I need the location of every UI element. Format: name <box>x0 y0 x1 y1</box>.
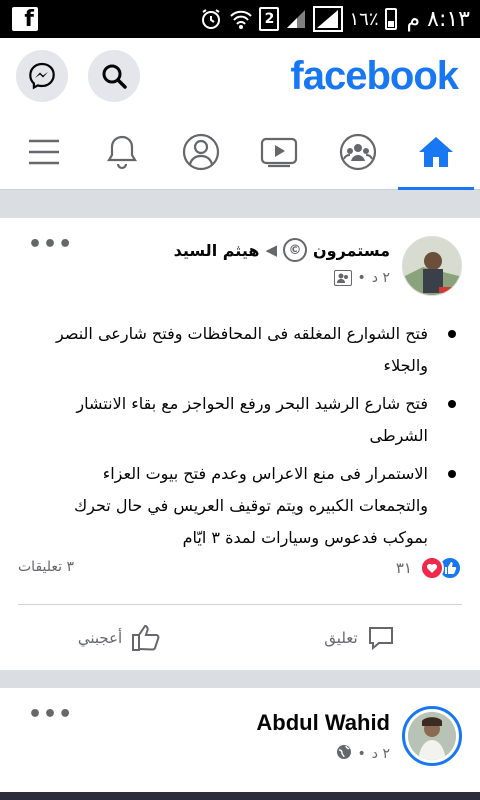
author-name[interactable]: هيثم السيد <box>174 241 260 260</box>
avatar[interactable] <box>402 706 462 766</box>
thumbs-up-icon <box>132 624 160 651</box>
home-icon <box>418 137 453 167</box>
search-button[interactable] <box>88 50 140 102</box>
post-card: Abdul Wahid ٢ د • ••• <box>0 688 480 800</box>
post-text: فتح الشوارع المغلقه فى المحافظات وفتح شا… <box>36 318 456 560</box>
like-button[interactable]: أعجبني <box>0 606 240 670</box>
signal-icon <box>285 8 307 30</box>
facebook-logo: facebook <box>290 54 459 98</box>
list-item: فتح الشوارع المغلقه فى المحافظات وفتح شا… <box>36 318 456 382</box>
tab-menu[interactable] <box>6 114 82 190</box>
status-bar: f 2 ١٦٪ ٨:١٣ م <box>0 0 480 38</box>
list-item: فتح شارع الرشيد البحر ورفع الحواجز مع بق… <box>36 388 456 452</box>
clock: ٨:١٣ م <box>406 6 471 32</box>
comment-count[interactable]: ٣ تعليقات <box>18 559 74 575</box>
page-name[interactable]: مستمرون <box>313 241 390 260</box>
list-item: الاستمرار فى منع الاعراس وعدم فتح بيوت ا… <box>36 458 456 554</box>
reaction-count: ٣١ <box>395 559 412 577</box>
avatar[interactable] <box>402 236 462 296</box>
system-nav-bar <box>0 792 480 800</box>
dot-separator: • <box>357 270 366 286</box>
messenger-button[interactable] <box>16 50 68 102</box>
tab-groups[interactable] <box>320 114 396 190</box>
tab-watch[interactable] <box>241 114 317 190</box>
audience-friends-icon <box>333 270 352 286</box>
profile-icon <box>182 133 219 171</box>
signal-icon-2 <box>313 6 344 32</box>
post-card: مستمرون © ◀ هيثم السيد ٢ د • ••• فتح الش… <box>0 218 480 670</box>
sim-indicator: 2 <box>259 7 280 31</box>
search-icon <box>102 64 127 89</box>
post-time[interactable]: ٢ د <box>372 270 390 286</box>
nav-tabs <box>0 114 480 190</box>
arrow-right-icon: ◀ <box>265 241 277 259</box>
like-label: أعجبني <box>77 629 123 647</box>
more-options-icon[interactable]: ••• <box>28 232 73 257</box>
alarm-icon <box>199 7 223 31</box>
comment-label: تعليق <box>324 629 358 647</box>
app-header: facebook <box>0 38 480 114</box>
tab-notifications[interactable] <box>84 114 160 190</box>
more-options-icon[interactable]: ••• <box>28 702 73 727</box>
tab-home[interactable] <box>397 114 474 190</box>
tab-profile[interactable] <box>163 114 239 190</box>
comment-icon <box>368 627 393 651</box>
hamburger-icon <box>29 139 59 165</box>
author-photo <box>403 237 461 295</box>
verified-badge-icon: © <box>283 238 307 262</box>
messenger-icon <box>29 62 55 90</box>
author-name[interactable]: Abdul Wahid <box>256 710 390 736</box>
battery-icon <box>384 8 397 30</box>
post-actions: تعليق أعجبني <box>0 606 480 670</box>
bell-icon <box>107 135 138 170</box>
battery-percent: ١٦٪ <box>349 8 379 30</box>
wifi-icon <box>229 8 253 30</box>
comment-button[interactable]: تعليق <box>240 606 480 670</box>
post-time[interactable]: ٢ د <box>372 746 390 762</box>
dot-separator: • <box>357 746 366 762</box>
author-photo <box>408 712 456 760</box>
globe-icon <box>336 744 352 764</box>
love-reaction-icon <box>420 556 444 580</box>
divider <box>18 604 462 605</box>
reaction-summary[interactable]: ٣١ ٣ تعليقات <box>18 556 462 586</box>
facebook-notification-icon: f <box>12 7 38 32</box>
groups-icon <box>339 133 376 171</box>
video-icon <box>261 137 298 168</box>
